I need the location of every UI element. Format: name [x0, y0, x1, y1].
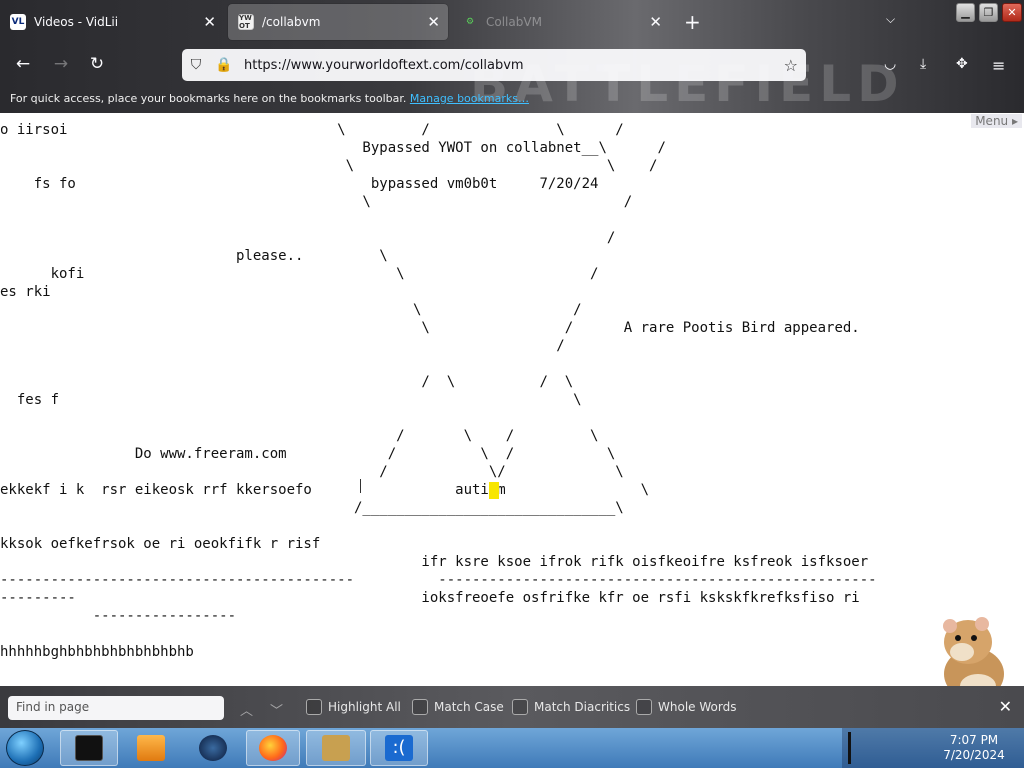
text-line[interactable]: / \ / \	[0, 373, 573, 391]
ywot-favicon-icon: YW OT	[238, 14, 254, 30]
tab-vidlii[interactable]: VL Videos - VidLii ✕	[0, 4, 224, 40]
reload-icon[interactable]: ↻	[86, 54, 108, 74]
maximize-button[interactable]: ❐	[979, 3, 998, 22]
tracking-shield-icon[interactable]: ⛉	[182, 57, 210, 73]
text-line[interactable]: / \ / \	[0, 427, 598, 445]
minimize-button[interactable]: ▁	[956, 3, 975, 22]
taskbar-media-player[interactable]	[124, 730, 178, 766]
checkbox-icon	[512, 699, 528, 715]
forward-arrow-icon[interactable]: →	[50, 54, 72, 74]
tab-title: /collabvm	[262, 15, 321, 29]
text-line[interactable]: ----------------------------------------…	[0, 571, 877, 589]
taskbar-box[interactable]	[306, 730, 366, 766]
lock-icon[interactable]: 🔒	[210, 57, 238, 73]
text-line[interactable]: Bypassed YWOT on collabnet__\ /	[0, 139, 665, 157]
text-line[interactable]: /	[0, 337, 564, 355]
close-tab-icon[interactable]: ✕	[649, 14, 662, 30]
tab-collabvm[interactable]: ⚙ CollabVM ✕	[452, 4, 670, 40]
text-line[interactable]: es rki	[0, 283, 51, 301]
manage-bookmarks-link[interactable]: Manage bookmarks…	[410, 92, 529, 105]
text-line[interactable]: --------- ioksfreoefe osfrifke kfr oe rs…	[0, 589, 860, 607]
clock-time: 7:07 PM	[949, 733, 999, 747]
firefox-icon	[259, 735, 287, 761]
page-menu-button[interactable]: Menu ▸	[971, 114, 1022, 128]
whole-words-checkbox[interactable]: Whole Words	[636, 699, 736, 715]
tab-title: CollabVM	[486, 15, 542, 29]
collabvm-favicon-icon: ⚙	[465, 17, 475, 27]
text-cursor-block	[489, 482, 499, 499]
tab-collabvm-ywot[interactable]: YW OT /collabvm ✕	[228, 4, 448, 40]
show-desktop-button[interactable]	[848, 732, 851, 764]
text-line[interactable]: hhhhhbghbhbhbhbhbhbhbhb	[0, 643, 194, 661]
find-bar: Find in page ︿ ﹀ Highlight All Match Cas…	[0, 686, 1024, 728]
close-tab-icon[interactable]: ✕	[427, 14, 440, 30]
taskbar-firefox[interactable]	[246, 730, 300, 766]
bookmarks-hint-text: For quick access, place your bookmarks h…	[10, 92, 407, 105]
url-text[interactable]: https://www.yourworldoftext.com/collabvm	[244, 58, 524, 73]
text-line[interactable]: fs fo bypassed vm0b0t 7/20/24	[0, 175, 599, 193]
tab-title: Videos - VidLii	[34, 15, 119, 29]
bookmarks-toolbar-hint: For quick access, place your bookmarks h…	[10, 92, 529, 105]
navigation-bar: ← → ↻ ⛉ 🔒 https://www.yourworldoftext.co…	[0, 44, 1024, 86]
text-line[interactable]: /______________________________\	[0, 499, 624, 517]
text-line[interactable]: fes f \	[0, 391, 582, 409]
media-player-icon	[137, 735, 165, 761]
text-line[interactable]: o iirsoi \ / \ /	[0, 121, 624, 139]
find-in-page-input[interactable]: Find in page	[8, 696, 224, 720]
chevron-down-icon[interactable]: ⌵	[886, 12, 895, 27]
text-line[interactable]: -----------------	[0, 607, 236, 625]
match-case-checkbox[interactable]: Match Case	[412, 699, 504, 715]
match-diacritics-checkbox[interactable]: Match Diacritics	[512, 699, 630, 715]
text-line[interactable]: Do www.freeram.com / \ / \	[0, 445, 615, 463]
text-line[interactable]: / \/ \	[0, 463, 623, 481]
find-next-icon[interactable]: ﹀	[270, 700, 283, 719]
taskbar-sad-face[interactable]: :(	[370, 730, 428, 766]
terminal-icon	[75, 735, 103, 761]
vidlii-favicon-icon: VL	[10, 14, 26, 30]
hamburger-menu-icon[interactable]: ≡	[992, 56, 1005, 75]
bookmark-star-icon[interactable]: ☆	[784, 56, 798, 75]
tray-clock[interactable]: 7:07 PM 7/20/2024	[940, 733, 1008, 763]
checkbox-icon	[306, 699, 322, 715]
sad-face-icon: :(	[385, 735, 413, 761]
taskbar: :( 7:07 PM 7/20/2024	[0, 728, 1024, 768]
browser-chrome: BATTLEFIELD VL Videos - VidLii ✕ YW OT /…	[0, 0, 1024, 113]
text-line[interactable]: \ / A rare Pootis Bird appeared.	[0, 319, 859, 337]
new-tab-icon[interactable]: +	[684, 10, 701, 34]
text-line[interactable]: \ /	[0, 301, 582, 319]
start-button[interactable]	[6, 730, 44, 766]
clock-date: 7/20/2024	[943, 748, 1005, 762]
ywot-canvas[interactable]: Menu ▸ o iirsoi \ / \ / Bypassed YWOT on…	[0, 113, 1024, 686]
download-icon[interactable]: ⤓	[920, 56, 926, 72]
find-previous-icon[interactable]: ︿	[240, 700, 253, 719]
box-app-icon	[322, 735, 350, 761]
taskbar-terminal[interactable]	[60, 730, 118, 766]
window-close-button[interactable]: ✕	[1002, 3, 1022, 22]
checkbox-icon	[636, 699, 652, 715]
mouse-text-caret	[360, 479, 361, 493]
text-line[interactable]: \ \ /	[0, 157, 658, 175]
text-line[interactable]: kofi \ /	[0, 265, 599, 283]
pocket-icon[interactable]: ◡	[884, 56, 896, 72]
text-line[interactable]: ifr ksre ksoe ifrok rifk oisfkeoifre ksf…	[0, 553, 868, 571]
close-find-bar-icon[interactable]: ✕	[999, 697, 1012, 716]
checkbox-icon	[412, 699, 428, 715]
url-bar[interactable]: ⛉ 🔒 https://www.yourworldoftext.com/coll…	[182, 49, 806, 81]
text-line[interactable]: ekkekf i k rsr eikeosk rrf kkersoefo aut…	[0, 481, 649, 499]
text-line[interactable]: /	[0, 229, 615, 247]
close-tab-icon[interactable]: ✕	[203, 14, 216, 30]
text-line[interactable]: kksok oefkefrsok oe ri oeokfifk r risf	[0, 535, 320, 553]
network-globe-icon	[199, 735, 227, 761]
text-line[interactable]: please.. \	[0, 247, 388, 265]
text-line[interactable]: \ /	[0, 193, 632, 211]
extensions-icon[interactable]: ✥	[956, 56, 968, 72]
back-arrow-icon[interactable]: ←	[12, 54, 34, 74]
taskbar-network[interactable]	[186, 730, 240, 766]
highlight-all-checkbox[interactable]: Highlight All	[306, 699, 401, 715]
